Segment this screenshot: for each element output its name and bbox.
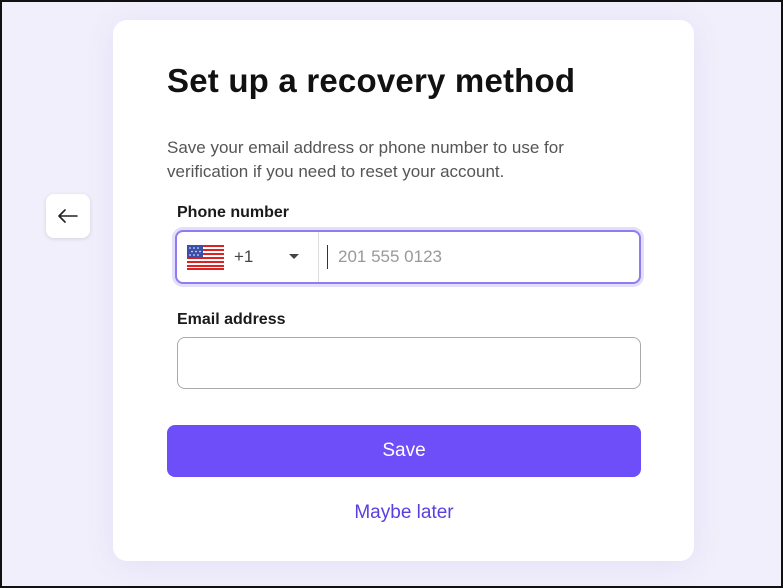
page-description: Save your email address or phone number … xyxy=(167,138,564,181)
email-label: Email address xyxy=(177,311,286,328)
arrow-left-icon xyxy=(58,209,78,223)
us-flag-icon xyxy=(187,244,224,270)
recovery-card: Set up a recovery method Save your email… xyxy=(113,20,694,561)
caret-down-icon xyxy=(289,254,299,259)
page-title: Set up a recovery method xyxy=(167,62,576,99)
maybe-later-link[interactable]: Maybe later xyxy=(167,502,641,524)
country-code-select[interactable]: +1 xyxy=(177,232,319,282)
phone-field: +1 xyxy=(175,230,641,284)
phone-input[interactable] xyxy=(328,232,639,282)
country-code: +1 xyxy=(234,247,254,266)
email-input[interactable] xyxy=(177,337,641,389)
phone-label: Phone number xyxy=(177,204,290,221)
back-button[interactable] xyxy=(46,194,90,238)
save-button[interactable]: Save xyxy=(167,425,641,477)
